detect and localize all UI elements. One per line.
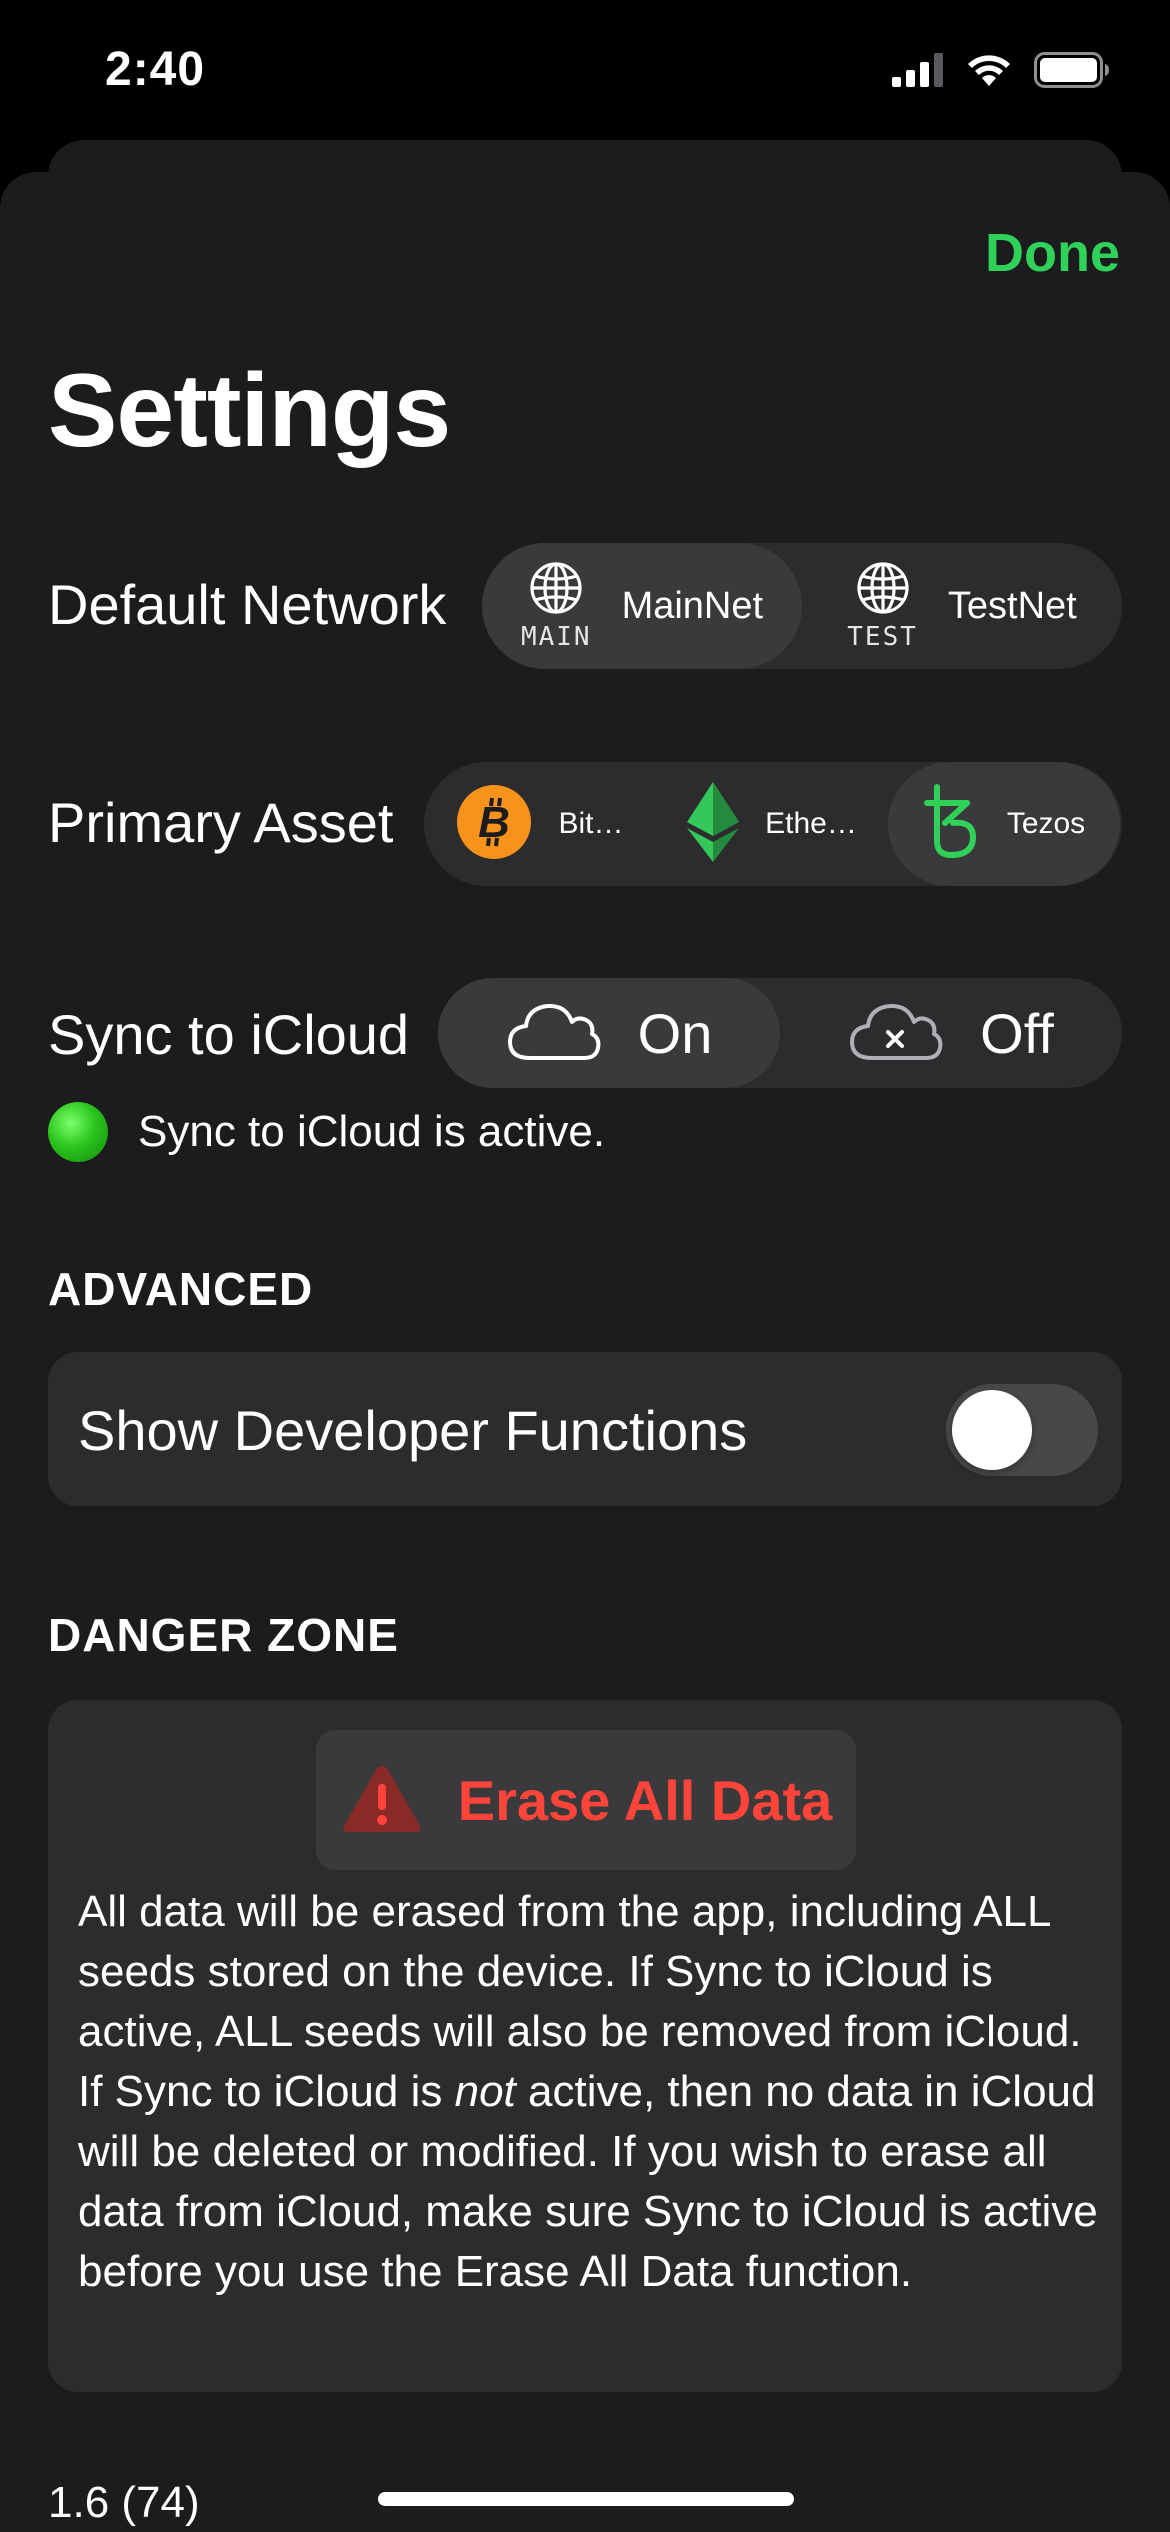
cloud-icon <box>506 1000 602 1067</box>
erase-all-data-button[interactable]: Erase All Data <box>316 1730 856 1870</box>
danger-zone-card: Erase All Data All data will be erased f… <box>48 1700 1122 2392</box>
network-segmented-control: MAIN MainNet TEST TestNet <box>482 543 1122 669</box>
globe-icon <box>527 561 585 620</box>
network-icon-main: MAIN <box>521 561 592 652</box>
default-network-label: Default Network <box>48 573 447 636</box>
cloud-x-icon <box>848 1000 944 1067</box>
icloud-segmented-control: On Off <box>438 978 1122 1088</box>
asset-option-label: Tezos <box>1006 807 1086 840</box>
icloud-option-off[interactable]: Off <box>780 978 1122 1088</box>
globe-icon <box>854 561 912 620</box>
developer-functions-toggle[interactable] <box>946 1384 1098 1476</box>
erase-all-data-label: Erase All Data <box>457 1768 833 1832</box>
home-indicator[interactable] <box>378 2492 794 2506</box>
status-bar: 2:40 <box>0 0 1170 150</box>
network-icon-label: MAIN <box>520 621 592 652</box>
version-label: 1.6 (74) <box>48 2478 200 2527</box>
status-icons <box>892 52 1110 93</box>
asset-option-label: Bit… <box>558 807 624 840</box>
icloud-option-label: Off <box>980 1001 1054 1065</box>
network-option-mainnet[interactable]: MAIN MainNet <box>482 543 802 669</box>
asset-option-tezos[interactable]: Tezos <box>888 762 1120 886</box>
primary-asset-label: Primary Asset <box>48 791 394 854</box>
warning-icon <box>340 1762 424 1839</box>
danger-zone-description: All data will be erased from the app, in… <box>78 1882 1098 2302</box>
status-time: 2:40 <box>105 43 206 96</box>
svg-text:B: B <box>479 798 511 847</box>
danger-zone-header: DANGER ZONE <box>48 1609 399 1661</box>
ethereum-icon <box>687 781 740 867</box>
asset-option-label: Ethe… <box>765 807 857 840</box>
description-emphasis: not <box>454 2067 516 2116</box>
network-option-testnet[interactable]: TEST TestNet <box>802 543 1122 669</box>
icloud-option-label: On <box>637 1001 713 1065</box>
sync-status-text: Sync to iCloud is active. <box>138 1107 606 1156</box>
toggle-knob <box>952 1390 1032 1470</box>
developer-functions-label: Show Developer Functions <box>78 1399 748 1462</box>
wifi-icon <box>964 52 1014 93</box>
status-dot-icon <box>48 1102 108 1162</box>
asset-option-ethereum[interactable]: Ethe… <box>656 762 888 886</box>
network-icon-label: TEST <box>847 621 918 652</box>
advanced-header: ADVANCED <box>48 1263 314 1315</box>
asset-option-bitcoin[interactable]: B Bit… <box>424 762 656 886</box>
network-option-label: TestNet <box>947 584 1077 627</box>
battery-icon <box>1034 52 1110 93</box>
page-title: Settings <box>48 353 451 469</box>
done-button[interactable]: Done <box>985 222 1120 284</box>
network-icon-test: TEST <box>847 561 918 652</box>
screen: 2:40 Done Settings Default Network MAIN … <box>0 0 1170 2532</box>
asset-segmented-control: B Bit… Ethe… Tezos <box>424 762 1122 886</box>
cellular-signal-icon <box>892 53 944 92</box>
bitcoin-icon: B <box>456 784 532 865</box>
sync-icloud-label: Sync to iCloud <box>48 1003 410 1066</box>
sync-status: Sync to iCloud is active. <box>48 1102 605 1162</box>
tezos-icon <box>923 783 981 866</box>
icloud-option-on[interactable]: On <box>438 978 780 1088</box>
network-option-label: MainNet <box>621 584 764 627</box>
developer-functions-row: Show Developer Functions <box>48 1352 1122 1506</box>
